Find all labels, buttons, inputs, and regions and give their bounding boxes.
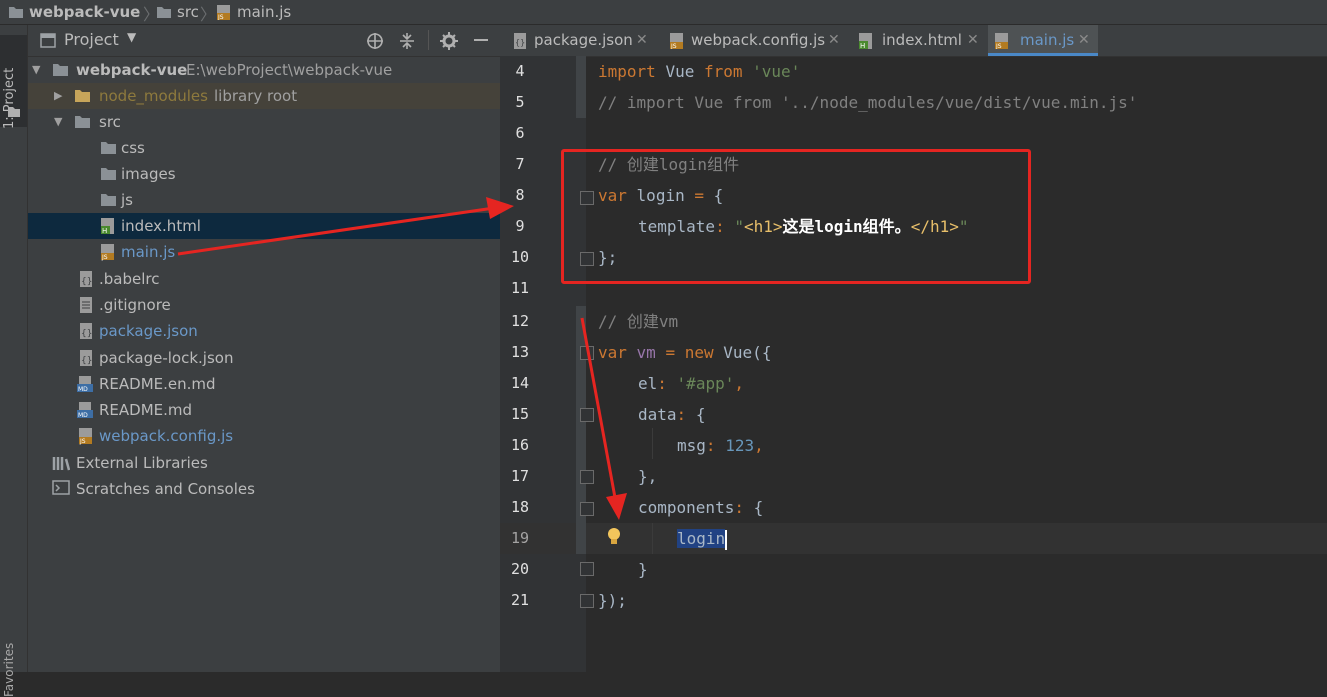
annotation-arrowhead [606,493,627,520]
annotation-arrows [177,197,627,520]
annotation-arrowhead [486,197,514,219]
annotation-arrow-line [580,317,618,504]
annotation-arrow-line [177,206,495,256]
